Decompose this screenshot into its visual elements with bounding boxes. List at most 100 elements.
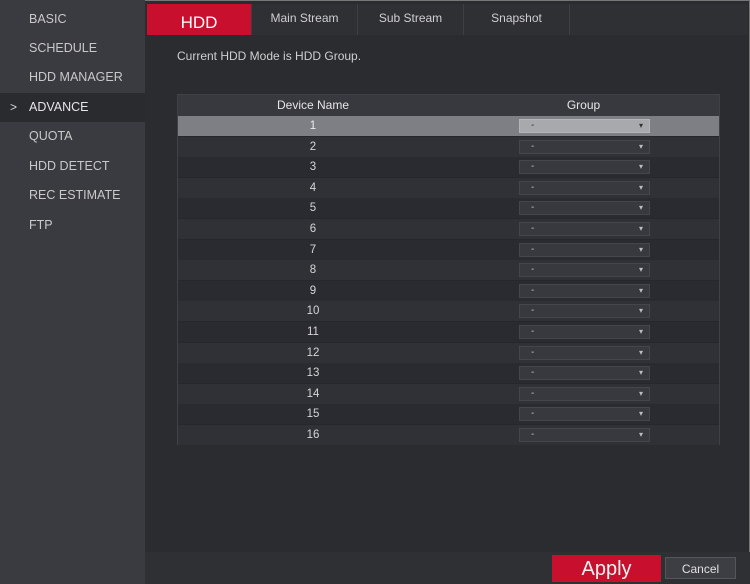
chevron-right-icon: > (10, 100, 18, 114)
table-row[interactable]: 9 - ▾ (178, 280, 719, 301)
device-name-cell: 10 (306, 305, 320, 318)
group-select-value: - (531, 140, 535, 152)
sidebar-item-hdd-detect[interactable]: HDD DETECT (0, 152, 145, 181)
device-name-cell: 4 (309, 181, 317, 194)
device-name-cell: 1 (309, 120, 317, 132)
table-row[interactable]: 5- ▾ (178, 198, 719, 219)
tab-sub-stream[interactable]: Sub Stream (358, 4, 464, 35)
sidebar-item-label: QUOTA (29, 129, 73, 143)
group-select-value: - (531, 326, 535, 337)
group-select[interactable]: - ▾ (519, 345, 650, 360)
table-row[interactable]: 12- ▾ (178, 342, 719, 363)
sidebar-item-basic[interactable]: BASIC (0, 5, 145, 34)
group-select-value: - (531, 264, 535, 276)
sidebar-item-ftp[interactable]: FTP (0, 211, 145, 240)
group-select[interactable]: - ▾ (519, 283, 650, 298)
table-row[interactable]: 13 - ▾ (178, 363, 719, 384)
device-name-cell: 7 (309, 243, 317, 256)
table-row[interactable]: 7 - ▾ (178, 239, 719, 260)
sidebar-item-label: ADVANCE (29, 100, 89, 114)
sidebar-item-label: HDD DETECT (29, 159, 110, 173)
chevron-down-icon: ▾ (638, 121, 643, 130)
device-name-cell: 9 (309, 284, 317, 297)
sidebar: BASIC SCHEDULE HDD MANAGER > ADVANCE QUO… (0, 0, 145, 584)
tab-bar: HDD Main Stream Sub Stream Snapshot (147, 4, 748, 35)
chevron-down-icon: ▾ (638, 430, 643, 439)
sidebar-item-rec-estimate[interactable]: REC ESTIMATE (0, 181, 145, 210)
group-select[interactable]: - ▾ (519, 304, 650, 319)
table-row[interactable]: 16- ▾ (178, 425, 719, 445)
column-header-device-name: Device Name (276, 98, 350, 112)
group-select-value: - (531, 429, 535, 440)
tab-main-stream[interactable]: Main Stream (252, 4, 358, 35)
group-select[interactable]: - ▾ (519, 386, 650, 401)
table-row[interactable]: 14- ▾ (178, 383, 719, 404)
hdd-mode-text: Current HDD Mode is HDD Group. (177, 49, 362, 63)
group-select[interactable]: - ▾ (519, 263, 650, 278)
table-row[interactable]: 11- ▾ (178, 322, 719, 342)
chevron-down-icon: ▾ (638, 306, 643, 316)
chevron-down-icon: ▾ (638, 141, 643, 151)
group-select[interactable]: - ▾ (519, 180, 650, 195)
group-select-value: - (531, 181, 535, 193)
device-name-cell: 15 (306, 408, 320, 421)
chevron-down-icon: ▾ (638, 347, 643, 357)
chevron-down-icon: ▾ (638, 224, 643, 233)
column-header-group: Group (566, 98, 601, 112)
sidebar-item-quota[interactable]: QUOTA (0, 122, 145, 151)
sidebar-item-advance[interactable]: > ADVANCE (0, 93, 145, 122)
chevron-down-icon: ▾ (638, 182, 643, 192)
group-select-value: - (531, 367, 535, 379)
device-name-cell: 6 (309, 223, 317, 235)
device-name-cell: 16 (306, 429, 320, 441)
apply-button[interactable]: Apply (552, 555, 661, 582)
cancel-button[interactable]: Cancel (665, 557, 736, 579)
table-row[interactable]: 3 - ▾ (178, 157, 719, 178)
chevron-down-icon: ▾ (638, 203, 643, 213)
table-row[interactable]: 8 - ▾ (178, 260, 719, 281)
group-select[interactable]: - ▾ (519, 366, 650, 381)
group-select[interactable]: - ▾ (519, 201, 650, 216)
table-row[interactable]: 15- ▾ (178, 404, 719, 425)
table-row[interactable]: 1- ▾ (178, 116, 719, 136)
tab-hdd[interactable]: HDD (147, 4, 252, 35)
group-select[interactable]: - ▾ (519, 407, 650, 422)
device-name-cell: 8 (309, 264, 317, 277)
group-select-value: - (531, 305, 535, 317)
group-select[interactable]: - ▾ (519, 325, 650, 339)
group-select-value: - (531, 387, 535, 399)
group-select-value: - (531, 202, 535, 214)
group-select-value: - (531, 223, 535, 234)
chevron-down-icon: ▾ (638, 285, 643, 295)
table-row[interactable]: 4- ▾ (178, 177, 719, 198)
sidebar-item-hdd-manager[interactable]: HDD MANAGER (0, 63, 145, 92)
group-select-value: - (531, 346, 535, 358)
chevron-down-icon: ▾ (638, 409, 643, 419)
group-select[interactable]: - ▾ (519, 222, 650, 236)
table-row[interactable]: 10- ▾ (178, 301, 719, 322)
group-select[interactable]: - ▾ (519, 139, 650, 154)
device-name-cell: 3 (309, 161, 317, 174)
chevron-down-icon: ▾ (638, 388, 643, 398)
table-row[interactable]: 2- ▾ (178, 136, 719, 157)
group-select[interactable]: - ▾ (519, 160, 650, 175)
chevron-down-icon: ▾ (638, 162, 643, 172)
tab-snapshot[interactable]: Snapshot (464, 4, 570, 35)
group-select-value: - (531, 120, 535, 131)
group-select-value: - (531, 408, 535, 420)
sidebar-item-label: HDD MANAGER (29, 70, 123, 84)
chevron-down-icon: ▾ (638, 244, 643, 254)
hdd-group-table: Device Name Group 1- ▾ 2- ▾ 3- ▾ 4- ▾ 5- ▾ 6- ▾ 7- ▾ 8… (177, 94, 720, 445)
sidebar-item-label: BASIC (29, 12, 67, 26)
device-name-cell: 2 (309, 140, 317, 153)
group-select[interactable]: - ▾ (519, 242, 650, 257)
sidebar-item-label: FTP (29, 218, 53, 232)
table-header: Device Name Group (178, 95, 719, 116)
device-name-cell: 13 (306, 367, 320, 380)
device-name-cell: 12 (306, 346, 320, 359)
group-select[interactable]: - ▾ (519, 428, 650, 442)
table-row[interactable]: 6- ▾ (178, 219, 719, 239)
sidebar-item-schedule[interactable]: SCHEDULE (0, 34, 145, 63)
sidebar-item-label: REC ESTIMATE (29, 188, 121, 202)
group-select[interactable]: - ▾ (519, 119, 650, 133)
